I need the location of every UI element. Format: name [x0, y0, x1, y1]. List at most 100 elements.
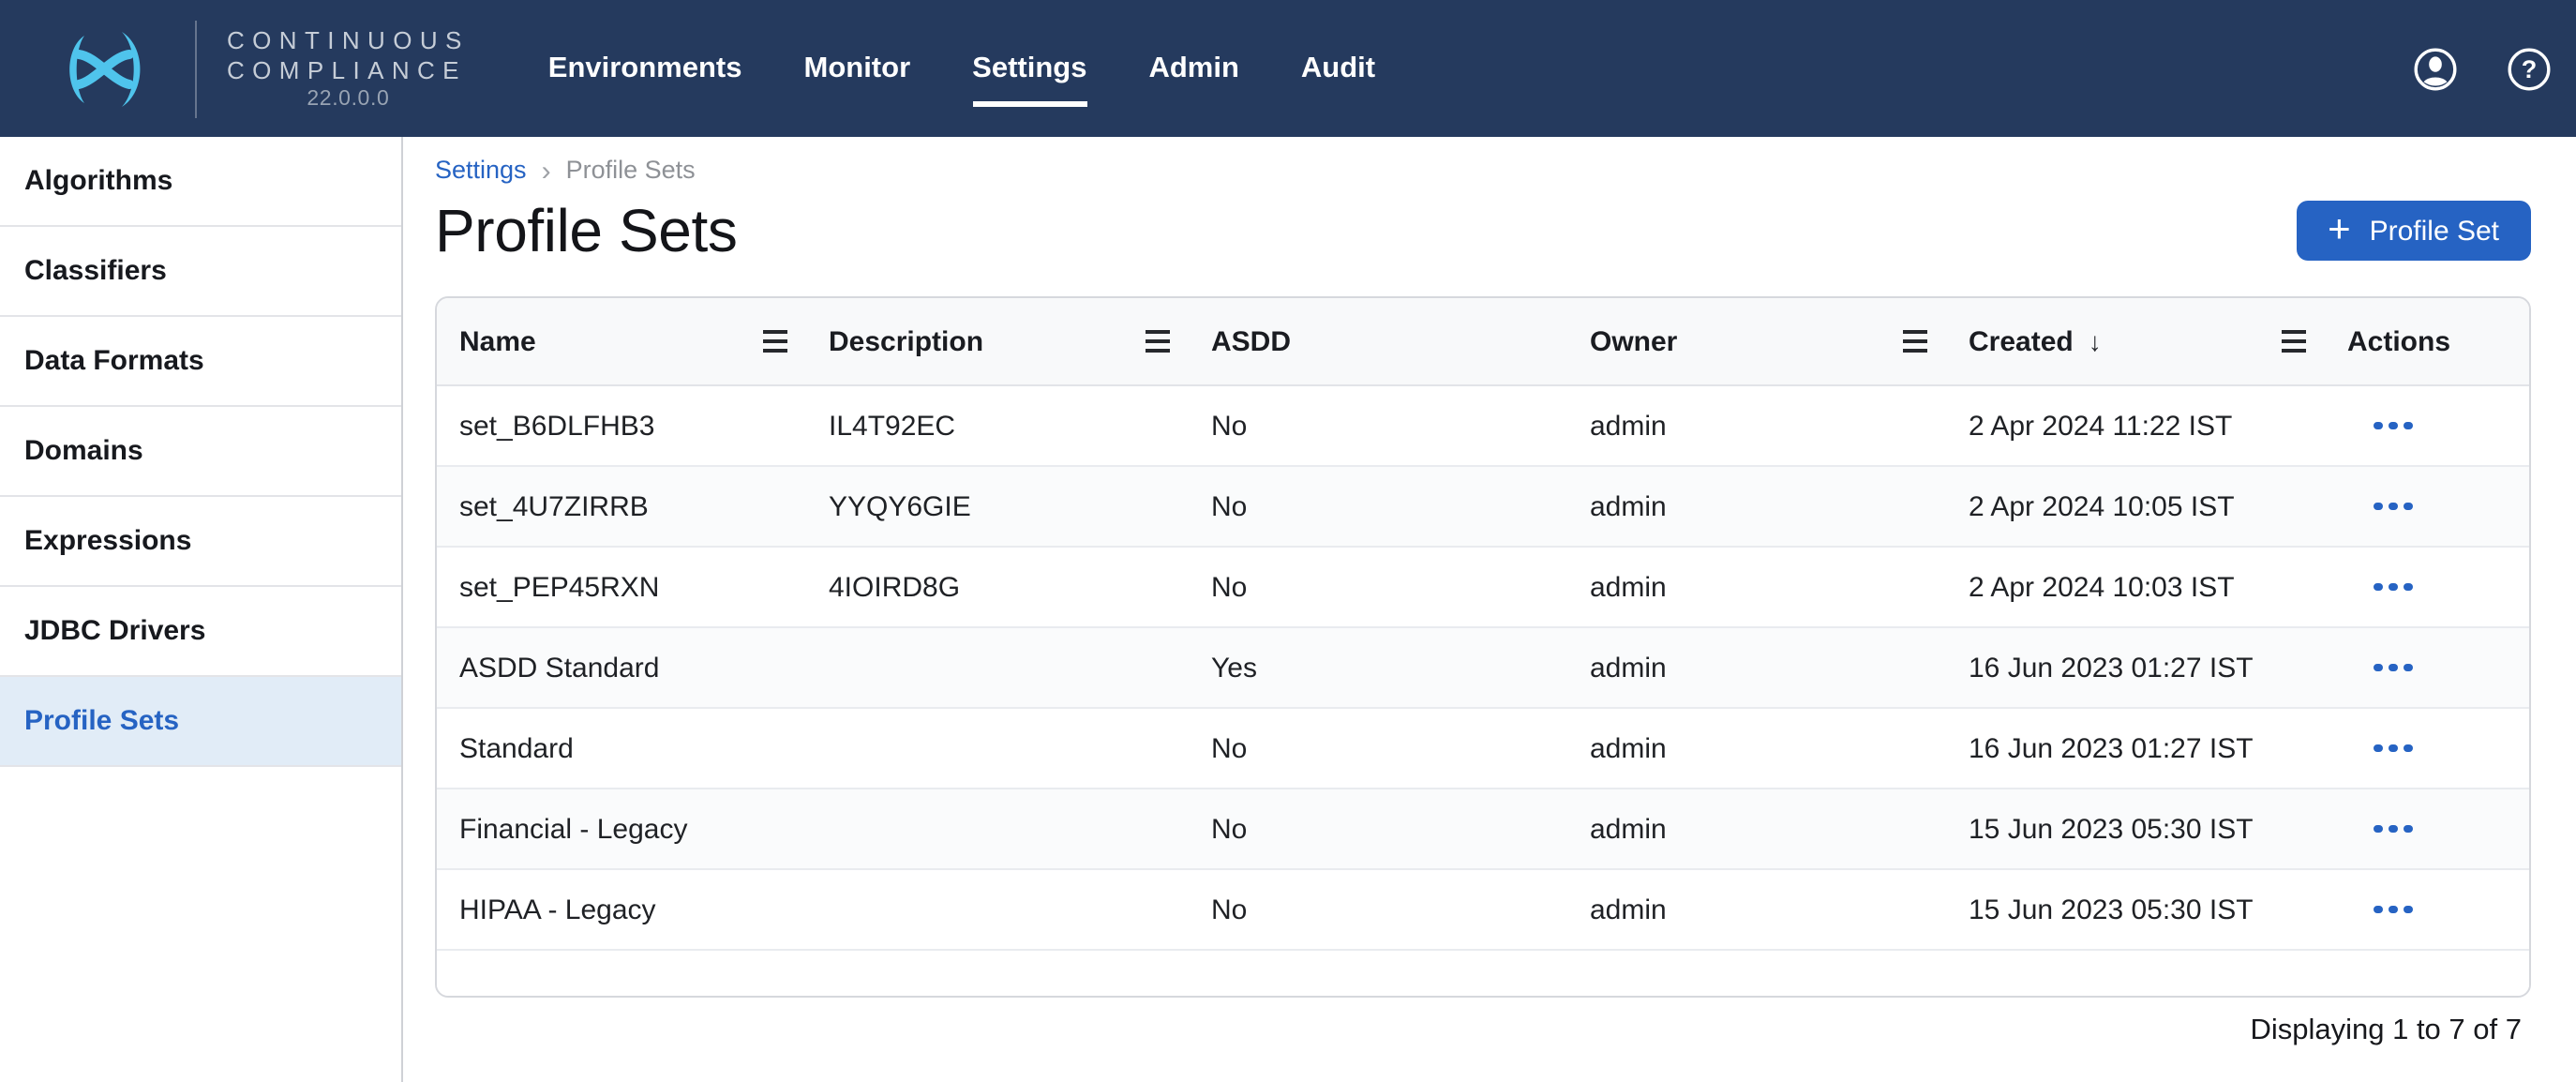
nav-item-settings[interactable]: Settings: [972, 44, 1086, 93]
table-row: set_PEP45RXN 4IOIRD8G No admin 2 Apr 202…: [437, 547, 2529, 627]
cell-created: 15 Jun 2023 05:30 IST: [1946, 869, 2325, 950]
nav-item-environments[interactable]: Environments: [548, 44, 742, 93]
nav-item-audit[interactable]: Audit: [1301, 44, 1375, 93]
row-actions-button[interactable]: [2362, 495, 2423, 518]
profile-sets-table-card: Name Description: [435, 296, 2531, 998]
cell-description: 4IOIRD8G: [806, 547, 1189, 627]
column-menu-icon[interactable]: [2282, 330, 2306, 353]
table-row: set_4U7ZIRRB YYQY6GIE No admin 2 Apr 202…: [437, 466, 2529, 547]
cell-description: YYQY6GIE: [806, 466, 1189, 547]
app-logo[interactable]: CONTINUOUS COMPLIANCE 22.0.0.0: [52, 20, 470, 117]
cell-description: [806, 708, 1189, 789]
more-horizontal-icon: [2374, 664, 2382, 672]
main-content: Settings › Profile Sets Profile Sets + P…: [403, 137, 2576, 1082]
nav-item-label: Admin: [1148, 52, 1238, 83]
cell-actions: [2325, 385, 2529, 466]
sidebar-item-classifiers[interactable]: Classifiers: [0, 227, 401, 317]
account-menu-button[interactable]: [2413, 46, 2458, 91]
body-row: Algorithms Classifiers Data Formats Doma…: [0, 137, 2576, 1082]
delphix-logo-icon: [52, 27, 157, 110]
table-footer: [437, 951, 2529, 996]
cell-name: HIPAA - Legacy: [437, 869, 806, 950]
settings-sidebar: Algorithms Classifiers Data Formats Doma…: [0, 137, 403, 1082]
cell-owner: admin: [1567, 466, 1946, 547]
cell-description: [806, 789, 1189, 869]
sidebar-item-label: Domains: [24, 435, 143, 467]
sidebar-item-expressions[interactable]: Expressions: [0, 497, 401, 587]
column-menu-icon[interactable]: [1146, 330, 1170, 353]
nav-item-label: Settings: [972, 52, 1086, 83]
cell-created: 2 Apr 2024 11:22 IST: [1946, 385, 2325, 466]
sidebar-item-label: Data Formats: [24, 345, 204, 377]
row-actions-button[interactable]: [2362, 414, 2423, 438]
sidebar-item-label: Classifiers: [24, 255, 167, 287]
cell-owner: admin: [1567, 547, 1946, 627]
row-actions-button[interactable]: [2362, 576, 2423, 599]
title-row: Profile Sets + Profile Set: [435, 195, 2531, 266]
sort-descending-icon: ↓: [2089, 328, 2102, 354]
cell-name: Standard: [437, 708, 806, 789]
help-button[interactable]: ?: [2507, 46, 2552, 91]
cell-asdd: No: [1189, 789, 1567, 869]
nav-item-monitor[interactable]: Monitor: [804, 44, 911, 93]
sidebar-item-label: Expressions: [24, 525, 191, 557]
sidebar-item-label: Algorithms: [24, 165, 172, 197]
row-actions-button[interactable]: [2362, 737, 2423, 760]
sidebar-item-data-formats[interactable]: Data Formats: [0, 317, 401, 407]
cell-asdd: No: [1189, 708, 1567, 789]
sidebar-item-algorithms[interactable]: Algorithms: [0, 137, 401, 227]
sidebar-item-label: Profile Sets: [24, 705, 179, 737]
chevron-right-icon: ›: [542, 158, 551, 183]
nav-item-admin[interactable]: Admin: [1148, 44, 1238, 93]
cell-asdd: No: [1189, 385, 1567, 466]
cell-name: set_4U7ZIRRB: [437, 466, 806, 547]
sidebar-item-label: JDBC Drivers: [24, 615, 205, 647]
cell-actions: [2325, 627, 2529, 708]
plus-icon: +: [2328, 209, 2351, 248]
column-header-name[interactable]: Name: [437, 298, 806, 385]
column-header-created[interactable]: Created ↓: [1946, 298, 2325, 385]
column-label: Description: [829, 325, 983, 357]
column-header-description[interactable]: Description: [806, 298, 1189, 385]
column-menu-icon[interactable]: [763, 330, 787, 353]
table-row: Standard No admin 16 Jun 2023 01:27 IST: [437, 708, 2529, 789]
page-title: Profile Sets: [435, 195, 737, 266]
breadcrumb-current: Profile Sets: [566, 156, 696, 186]
cell-created: 16 Jun 2023 01:27 IST: [1946, 708, 2325, 789]
cell-asdd: No: [1189, 466, 1567, 547]
cell-name: Financial - Legacy: [437, 789, 806, 869]
column-header-owner[interactable]: Owner: [1567, 298, 1946, 385]
nav-item-label: Environments: [548, 52, 742, 83]
pagination-summary: Displaying 1 to 7 of 7: [435, 1014, 2522, 1048]
sidebar-item-domains[interactable]: Domains: [0, 407, 401, 497]
row-actions-button[interactable]: [2362, 818, 2423, 841]
cell-asdd: Yes: [1189, 627, 1567, 708]
column-label: Created: [1969, 325, 2074, 357]
cell-description: [806, 869, 1189, 950]
add-profile-set-button[interactable]: + Profile Set: [2296, 201, 2531, 261]
column-header-asdd[interactable]: ASDD: [1189, 298, 1567, 385]
more-horizontal-icon: [2374, 422, 2382, 430]
column-menu-icon[interactable]: [1903, 330, 1927, 353]
row-actions-button[interactable]: [2362, 898, 2423, 922]
table-row: set_B6DLFHB3 IL4T92EC No admin 2 Apr 202…: [437, 385, 2529, 466]
table-row: ASDD Standard Yes admin 16 Jun 2023 01:2…: [437, 627, 2529, 708]
cell-actions: [2325, 466, 2529, 547]
logo-line-2: COMPLIANCE: [227, 55, 470, 84]
cell-owner: admin: [1567, 789, 1946, 869]
sidebar-item-profile-sets[interactable]: Profile Sets: [0, 677, 401, 767]
breadcrumb-settings-link[interactable]: Settings: [435, 156, 527, 186]
add-button-label: Profile Set: [2370, 215, 2499, 247]
cell-created: 2 Apr 2024 10:03 IST: [1946, 547, 2325, 627]
app-root: CONTINUOUS COMPLIANCE 22.0.0.0 Environme…: [0, 0, 2576, 1082]
app-version: 22.0.0.0: [227, 88, 470, 111]
more-horizontal-icon: [2374, 503, 2382, 511]
table-row: HIPAA - Legacy No admin 15 Jun 2023 05:3…: [437, 869, 2529, 950]
cell-description: [806, 627, 1189, 708]
cell-owner: admin: [1567, 708, 1946, 789]
sidebar-item-jdbc-drivers[interactable]: JDBC Drivers: [0, 587, 401, 677]
cell-created: 15 Jun 2023 05:30 IST: [1946, 789, 2325, 869]
breadcrumb: Settings › Profile Sets: [435, 156, 2531, 186]
row-actions-button[interactable]: [2362, 656, 2423, 680]
column-label: Actions: [2347, 325, 2450, 357]
